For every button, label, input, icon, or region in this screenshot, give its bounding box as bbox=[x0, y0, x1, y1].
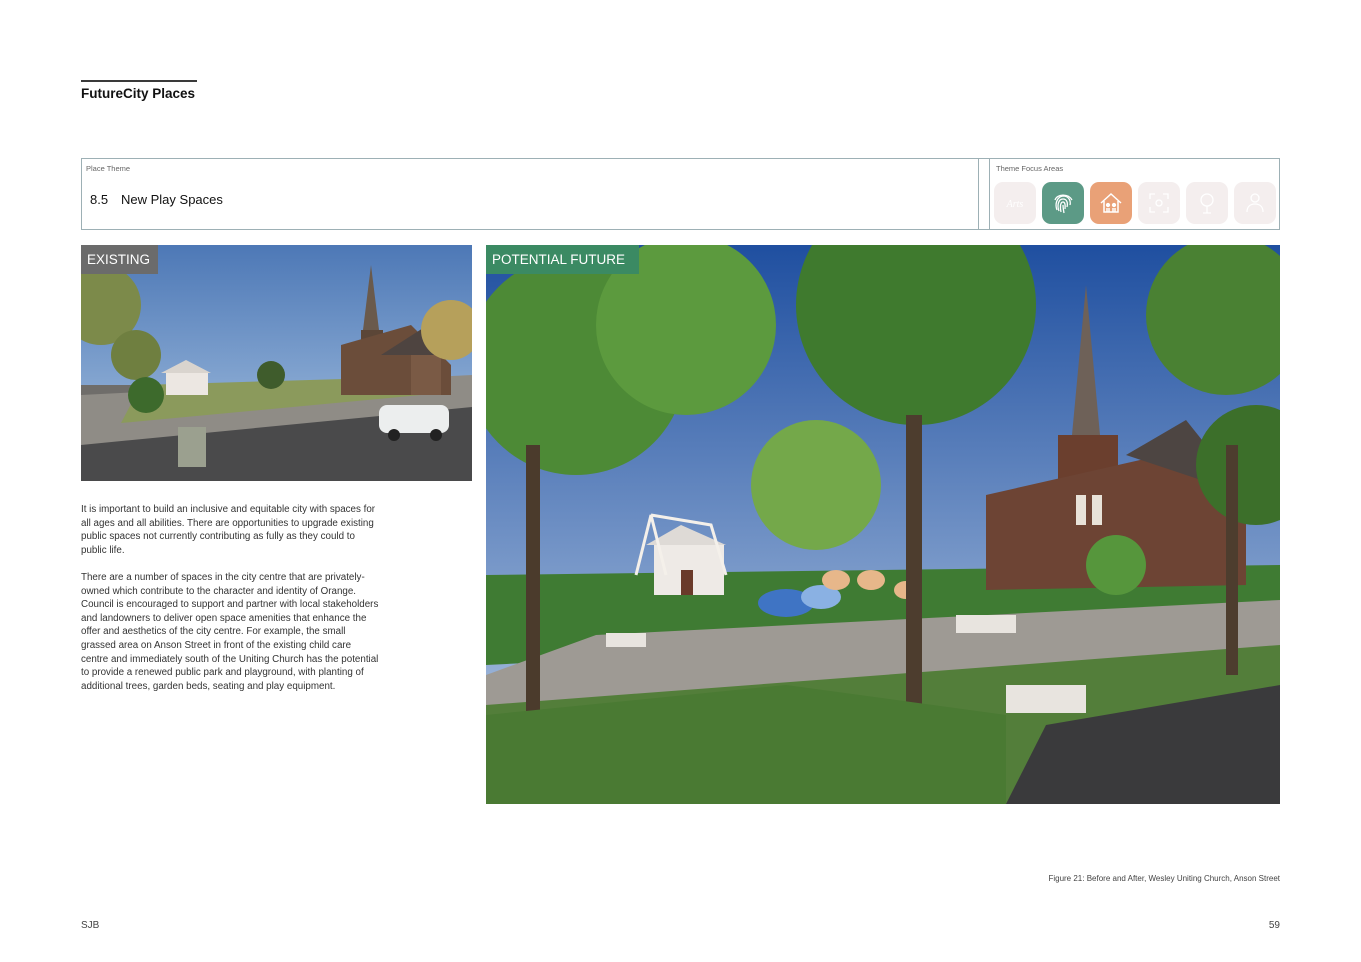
page-title: FutureCity Places bbox=[81, 86, 196, 101]
existing-label: EXISTING bbox=[81, 245, 158, 274]
page-number: 59 bbox=[1268, 920, 1280, 931]
place-theme-label: Place Theme bbox=[86, 164, 131, 173]
body-paragraph-1: It is important to build an inclusive an… bbox=[81, 504, 376, 556]
tree-icon bbox=[1186, 182, 1228, 224]
theme-number: 8.5 bbox=[90, 192, 109, 207]
header-rule bbox=[81, 80, 197, 82]
focus-areas-icons: Arts bbox=[994, 182, 1276, 224]
body-paragraph-2: There are a number of spaces in the city… bbox=[81, 571, 379, 692]
potential-future-illustration: POTENTIAL FUTURE bbox=[486, 245, 1280, 804]
arts-icon: Arts bbox=[994, 182, 1036, 224]
focus-areas-label: Theme Focus Areas bbox=[996, 164, 1064, 173]
family-house-icon bbox=[1090, 182, 1132, 224]
panel-divider bbox=[978, 159, 990, 229]
person-icon bbox=[1234, 182, 1276, 224]
figure-caption: Figure 21: Before and After, Wesley Unit… bbox=[1048, 874, 1280, 883]
existing-photo: EXISTING bbox=[81, 245, 472, 481]
place-theme-panel: Place Theme 8.5 New Play Spaces Theme Fo… bbox=[81, 158, 1280, 230]
fingerprint-icon bbox=[1042, 182, 1084, 224]
potential-future-label: POTENTIAL FUTURE bbox=[486, 245, 639, 274]
theme-title: New Play Spaces bbox=[121, 192, 223, 207]
body-text: It is important to build an inclusive an… bbox=[81, 503, 381, 707]
svg-text:Arts: Arts bbox=[1006, 199, 1024, 210]
expand-frame-icon bbox=[1138, 182, 1180, 224]
footer-company: SJB bbox=[81, 920, 100, 931]
